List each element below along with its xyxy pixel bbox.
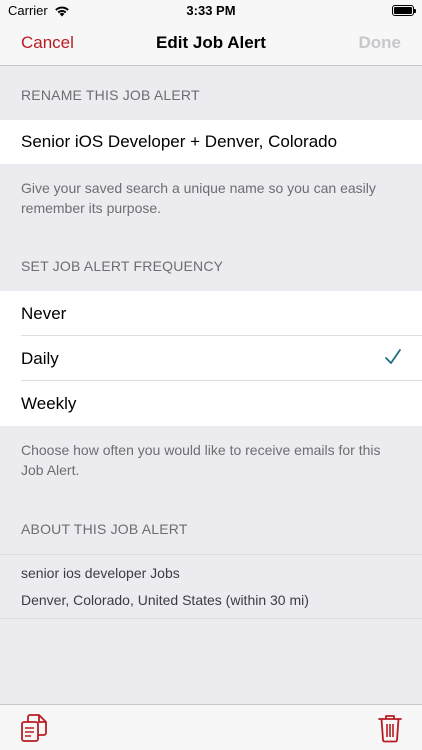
- navigation-bar: Cancel Edit Job Alert Done: [0, 22, 422, 66]
- copy-icon: [21, 714, 47, 742]
- about-location: Denver, Colorado, United States (within …: [21, 592, 309, 608]
- frequency-option-label: Never: [21, 304, 67, 323]
- frequency-option-label: Daily: [21, 349, 59, 368]
- about-section-header: ABOUT THIS JOB ALERT: [21, 521, 188, 537]
- rename-section-footer: Give your saved search a unique name so …: [21, 180, 376, 216]
- about-search-terms: senior ios developer Jobs: [21, 565, 180, 581]
- divider: [0, 618, 422, 619]
- frequency-option-label: Weekly: [21, 394, 77, 413]
- trash-icon: [378, 715, 402, 743]
- frequency-option-never[interactable]: Never: [0, 291, 422, 335]
- status-time: 3:33 PM: [186, 3, 236, 18]
- job-alert-name-cell[interactable]: Senior iOS Developer + Denver, Colorado: [0, 120, 422, 164]
- duplicate-button[interactable]: [20, 713, 48, 743]
- frequency-option-weekly[interactable]: Weekly: [0, 381, 422, 425]
- bottom-toolbar: [0, 704, 422, 750]
- done-button[interactable]: Done: [359, 33, 402, 53]
- frequency-section-footer: Choose how often you would like to recei…: [21, 442, 381, 478]
- status-bar: Carrier 3:33 PM: [0, 0, 422, 22]
- frequency-options-group: Never Daily Weekly: [0, 291, 422, 426]
- frequency-option-daily[interactable]: Daily: [0, 336, 422, 380]
- frequency-section-header: SET JOB ALERT FREQUENCY: [21, 258, 224, 274]
- rename-section-header: RENAME THIS JOB ALERT: [21, 87, 200, 103]
- job-alert-name-field[interactable]: Senior iOS Developer + Denver, Colorado: [21, 132, 337, 152]
- divider: [0, 554, 422, 555]
- battery-icon: [392, 5, 416, 16]
- delete-button[interactable]: [376, 713, 404, 743]
- checkmark-icon: [385, 349, 401, 364]
